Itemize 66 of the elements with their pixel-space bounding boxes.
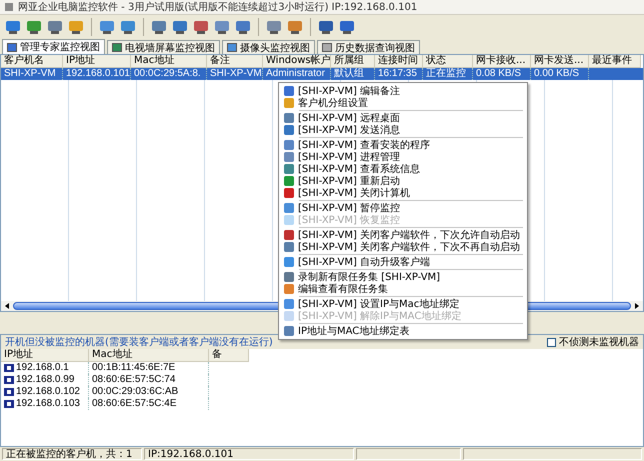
- table-cell: SHI-XP-VM: [207, 68, 263, 80]
- menu-item[interactable]: 编辑查看有限任务集: [281, 283, 527, 295]
- table-cell: 0.08 KB/S: [473, 68, 531, 80]
- window-title: 网亚企业电脑监控软件 - 3用户试用版(试用版不能连续超过3小时运行) IP:192.168.0.101: [18, 0, 418, 14]
- table-cell: 08:60:6E:57:5C:74: [89, 374, 209, 386]
- menu-item[interactable]: 录制新有限任务集 [SHI-XP-VM]: [281, 271, 527, 283]
- menu-item[interactable]: [SHI-XP-VM] 重新启动: [281, 175, 527, 187]
- detect-checkbox[interactable]: 不侦测未监视机器: [547, 335, 639, 349]
- menu-item[interactable]: [SHI-XP-VM] 关闭客户端软件，下次允许自动启动: [281, 229, 527, 241]
- table-cell: 00:0C:29:5A:8.: [131, 68, 207, 80]
- machine-row[interactable]: 192.168.0.102 00:0C:29:03:6C:AB: [1, 386, 643, 398]
- column-header[interactable]: 备: [209, 349, 249, 362]
- table-cell: 192.168.0.1: [1, 362, 89, 374]
- column-header[interactable]: 所属组: [331, 55, 375, 68]
- menu-item[interactable]: [SHI-XP-VM] 编辑备注: [281, 85, 527, 97]
- menu-item[interactable]: [SHI-XP-VM] 查看安装的程序: [281, 139, 527, 151]
- menu-item[interactable]: [SHI-XP-VM] 发送消息: [281, 124, 527, 136]
- column-header[interactable]: 最近事件: [589, 55, 641, 68]
- menu-item[interactable]: 客户机分组设置: [281, 97, 527, 109]
- table-cell: 192.168.0.103: [1, 398, 89, 410]
- table-cell: 08:60:6E:57:5C:4E: [89, 398, 209, 410]
- view-tab[interactable]: 电视墙屏幕监控视图: [107, 40, 220, 54]
- table-cell: 正在监控: [423, 68, 473, 80]
- menu-item[interactable]: [SHI-XP-VM] 关闭计算机: [281, 187, 527, 199]
- column-header[interactable]: 客户机名: [1, 55, 63, 68]
- menu-item[interactable]: [SHI-XP-VM] 进程管理: [281, 151, 527, 163]
- client-row[interactable]: SHI-XP-VM 192.168.0.101 00:0C:29:5A:8. SHI-XP-VM Administrator 默认组 16:17:35 正在监控 0.08 KB/S 0.00 KB/S: [1, 68, 643, 80]
- column-header[interactable]: 网卡发送...: [531, 55, 589, 68]
- column-header[interactable]: 状态: [423, 55, 473, 68]
- table-cell: 192.168.0.101: [63, 68, 131, 80]
- menu-item[interactable]: [SHI-XP-VM] 查看系统信息: [281, 163, 527, 175]
- menu-item[interactable]: [SHI-XP-VM] 暂停监控: [281, 202, 527, 214]
- column-header[interactable]: 连接时间: [375, 55, 423, 68]
- column-header[interactable]: IP地址: [1, 349, 89, 362]
- table-cell: 0.00 KB/S: [531, 68, 589, 80]
- table-cell: 16:17:35: [375, 68, 423, 80]
- column-header[interactable]: IP地址: [63, 55, 131, 68]
- table-cell: 00:0C:29:03:6C:AB: [89, 386, 209, 398]
- machine-row[interactable]: 192.168.0.99 08:60:6E:57:5C:74: [1, 374, 643, 386]
- view-tab[interactable]: 摄像头监控视图: [222, 40, 315, 54]
- column-header[interactable]: Mac地址: [89, 349, 209, 362]
- monitor-icon[interactable]: [150, 18, 168, 36]
- menu-item[interactable]: [SHI-XP-VM] 设置IP与Mac地址绑定: [281, 298, 527, 310]
- table-cell: 192.168.0.102: [1, 386, 89, 398]
- column-header[interactable]: Windows帐户: [263, 55, 331, 68]
- table-cell: 192.168.0.99: [1, 374, 89, 386]
- column-header[interactable]: 网卡接收...: [473, 55, 531, 68]
- table-cell: 00:1B:11:45:6E:7E: [89, 362, 209, 374]
- menu-item[interactable]: [SHI-XP-VM] 远程桌面: [281, 112, 527, 124]
- table-cell: Administrator: [263, 68, 331, 80]
- menu-item[interactable]: [SHI-XP-VM] 关闭客户端软件，下次不再自动启动: [281, 241, 527, 253]
- menu-item[interactable]: IP地址与MAC地址绑定表: [281, 325, 527, 337]
- app-icon: [4, 2, 14, 12]
- section-title: 开机但没被监控的机器(需要装客户端或者客户端没有在运行): [5, 336, 273, 348]
- monitor-icon[interactable]: [4, 18, 22, 36]
- table-cell: 默认组: [331, 68, 375, 80]
- machine-row[interactable]: 192.168.0.1 00:1B:11:45:6E:7E: [1, 362, 643, 374]
- view-tab[interactable]: 管理专家监控视图: [2, 39, 105, 54]
- status-text: IP:192.168.0.101: [144, 448, 354, 460]
- menu-item[interactable]: [SHI-XP-VM] 自动升级客户端: [281, 256, 527, 268]
- column-header[interactable]: 备注: [207, 55, 263, 68]
- machine-row[interactable]: 192.168.0.103 08:60:6E:57:5C:4E: [1, 398, 643, 410]
- status-text: 正在被监控的客户机，共：1: [2, 448, 142, 460]
- table-cell: SHI-XP-VM: [1, 68, 63, 80]
- column-header[interactable]: Mac地址: [131, 55, 207, 68]
- view-tab[interactable]: 历史数据查询视图: [317, 40, 420, 54]
